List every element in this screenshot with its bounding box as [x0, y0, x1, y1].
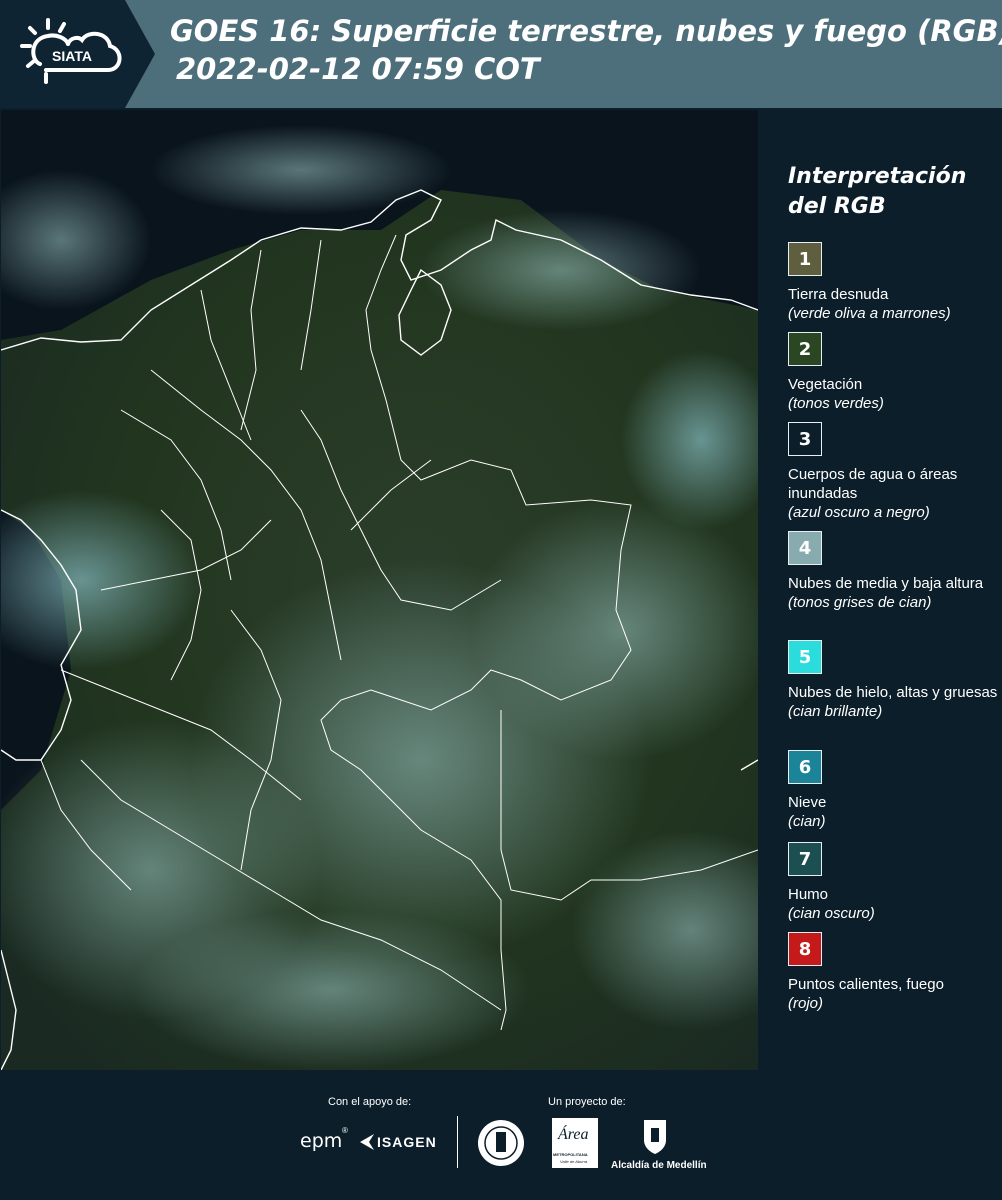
isagen-logo: ISAGEN — [377, 1134, 437, 1150]
project-caption: Un proyecto de: — [548, 1096, 626, 1108]
page-title: GOES 16: Superficie terrestre, nubes y f… — [170, 14, 1002, 48]
legend-label: Tierra desnuda — [788, 286, 889, 303]
footer: Con el apoyo de: Un proyecto de: epm ® I… — [0, 1072, 1002, 1200]
legend-item: 7 Humo (cian oscuro) — [788, 842, 998, 923]
legend-note: (tonos grises de cian) — [788, 594, 932, 611]
legend-note: (cian) — [788, 813, 826, 830]
legend-item: 1 Tierra desnuda (verde oliva a marrones… — [788, 242, 998, 323]
legend-swatch: 8 — [788, 932, 822, 966]
legend-label: Nubes de hielo, altas y gruesas — [788, 684, 998, 701]
legend-label: Nubes de media y baja altura — [788, 575, 984, 592]
area-metropolitana-logo: Área METROPOLITANA Valle de Aburrá — [552, 1118, 598, 1168]
legend-label: Vegetación — [788, 376, 863, 393]
siata-logo: SIATA — [0, 0, 155, 108]
legend-note: (cian oscuro) — [788, 905, 875, 922]
legend-item: 5 Nubes de hielo, altas y gruesas (cian … — [788, 640, 998, 721]
legend-note: (tonos verdes) — [788, 395, 884, 412]
legend-swatch: 2 — [788, 332, 822, 366]
legend-swatch: 1 — [788, 242, 822, 276]
legend-item: 3 Cuerpos de agua o áreas inundadas (azu… — [788, 422, 998, 522]
legend-swatch: 3 — [788, 422, 822, 456]
legend-label: Nieve — [788, 794, 827, 811]
legend-label: Cuerpos de agua o áreas inundadas — [788, 466, 958, 502]
support-caption: Con el apoyo de: — [328, 1096, 412, 1108]
legend-item: 8 Puntos calientes, fuego (rojo) — [788, 932, 998, 1013]
legend-title-line: Interpretación — [788, 164, 967, 189]
divider — [457, 1116, 458, 1168]
legend-item: 6 Nieve (cian) — [788, 750, 998, 831]
legend-panel: Interpretación del RGB 1 Tierra desnuda … — [760, 110, 1002, 1070]
page-timestamp: 2022-02-12 07:59 COT — [176, 52, 540, 86]
legend-note: (azul oscuro a negro) — [788, 504, 930, 521]
isagen-icon — [358, 1132, 376, 1157]
legend-label: Puntos calientes, fuego — [788, 976, 944, 993]
epm-logo: epm — [300, 1130, 343, 1152]
satellite-image — [1, 110, 758, 1070]
legend-item: 4 Nubes de media y baja altura (tonos gr… — [788, 531, 998, 612]
legend-swatch: 7 — [788, 842, 822, 876]
legend-title: Interpretación del RGB — [788, 162, 998, 222]
header: SIATA GOES 16: Superficie terrestre, nub… — [0, 0, 1002, 108]
area-logo-sub: METROPOLITANA — [553, 1152, 588, 1157]
legend-note: (cian brillante) — [788, 703, 883, 720]
registered-icon: ® — [342, 1126, 348, 1135]
seal-icon — [476, 1118, 526, 1173]
legend-note: (verde oliva a marrones) — [788, 305, 951, 322]
legend-label: Humo — [788, 886, 829, 903]
area-logo-word: Área — [558, 1126, 589, 1143]
legend-swatch: 4 — [788, 531, 822, 565]
alcaldia-label: Alcaldía de Medellín — [611, 1160, 707, 1171]
legend-swatch: 5 — [788, 640, 822, 674]
medellin-shield-icon — [642, 1118, 668, 1161]
legend-swatch: 6 — [788, 750, 822, 784]
legend-title-line: del RGB — [788, 194, 886, 219]
legend-note: (rojo) — [788, 995, 824, 1012]
sun-cloud-icon: SIATA — [20, 18, 122, 84]
satellite-map[interactable] — [1, 110, 758, 1070]
area-logo-sub2: Valle de Aburrá — [560, 1159, 588, 1164]
logo-text: SIATA — [52, 48, 92, 64]
legend-item: 2 Vegetación (tonos verdes) — [788, 332, 998, 413]
